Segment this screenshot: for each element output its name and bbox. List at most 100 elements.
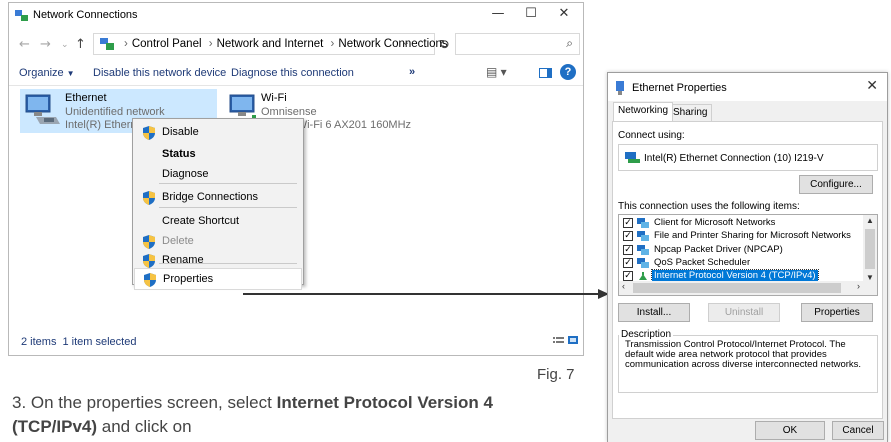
preview-pane-icon[interactable] (539, 68, 552, 78)
item-count: 2 items (21, 336, 57, 348)
dialog-body: Networking Sharing Connect using: Intel(… (608, 101, 887, 442)
search-icon: ⌕ (566, 36, 573, 50)
install-button[interactable]: Install... (618, 303, 690, 322)
connection-name: Ethernet (65, 92, 107, 104)
item-label: QoS Packet Scheduler (654, 256, 751, 268)
back-arrow-icon[interactable]: ← (19, 37, 30, 52)
connect-using-label: Connect using: (618, 130, 685, 141)
items-list[interactable]: ✓ Client for Microsoft Networks ✓ File and … (618, 214, 878, 296)
menu-item-label: Disable (162, 126, 199, 138)
view-toggle (553, 333, 579, 351)
menu-item-bridge-connections[interactable]: Bridge Connections (134, 187, 302, 209)
network-connections-icon (15, 10, 28, 21)
configure-button[interactable]: Configure... (799, 175, 873, 194)
change-view-icon[interactable]: ▤ ▾ (486, 65, 507, 79)
menu-item-create-shortcut[interactable]: Create Shortcut (134, 211, 302, 233)
adapter-icon (616, 81, 624, 95)
network-service-icon (637, 244, 649, 255)
menu-item-label: Diagnose (162, 168, 209, 180)
item-checkbox[interactable]: ✓ (623, 244, 633, 255)
selection-count: 1 item selected (62, 336, 137, 348)
menu-item-label: Status (162, 148, 196, 160)
menu-separator (159, 183, 297, 184)
uac-shield-icon (144, 273, 156, 287)
large-icons-view-icon[interactable] (568, 336, 578, 344)
menu-separator (159, 263, 297, 264)
breadcrumb-network-and-internet[interactable]: Network and Internet (217, 38, 324, 50)
window-title: Network Connections (33, 9, 138, 21)
connection-device: ) Wi-Fi 6 AX201 160MHz (290, 119, 412, 131)
item-checkbox[interactable]: ✓ (623, 271, 633, 282)
description-group: Transmission Control Protocol/Internet P… (618, 335, 878, 393)
forward-arrow-icon[interactable]: → (40, 37, 51, 52)
minimize-button[interactable]: — (483, 3, 513, 25)
scrollbar-thumb[interactable] (633, 283, 841, 293)
refresh-icon[interactable]: ↻ (439, 38, 450, 53)
menu-item-disable[interactable]: Disable (134, 122, 302, 144)
caret-down-icon: ▼ (66, 69, 75, 78)
help-icon[interactable]: ? (560, 64, 576, 80)
ok-button[interactable]: OK (755, 421, 825, 440)
menu-item-label: Delete (162, 235, 194, 247)
uac-shield-icon (143, 191, 155, 205)
breadcrumb-network-connections[interactable]: Network Connections (338, 38, 447, 50)
menu-item-status[interactable]: Status (134, 144, 302, 166)
close-button[interactable]: ✕ (549, 3, 579, 25)
breadcrumb-control-panel[interactable]: Control Panel (132, 38, 202, 50)
cancel-button[interactable]: Cancel (832, 421, 884, 440)
maximize-button[interactable]: ☐ (516, 3, 546, 25)
more-commands-button[interactable]: » (409, 66, 415, 78)
item-properties-button[interactable]: Properties (801, 303, 873, 322)
item-checkbox[interactable]: ✓ (623, 218, 633, 228)
item-label: File and Printer Sharing for Microsoft N… (654, 230, 851, 242)
horizontal-scrollbar[interactable]: ‹ › (619, 281, 877, 295)
adapter-name: Intel(R) Ethernet Connection (10) I219-V (644, 153, 824, 164)
recent-locations-icon[interactable]: ⌄ (61, 40, 69, 50)
items-label: This connection uses the following items… (618, 201, 800, 212)
vertical-scrollbar[interactable]: ▲ ▼ (863, 215, 877, 283)
tab-networking[interactable]: Networking (613, 102, 674, 121)
connection-name: Wi-Fi (261, 92, 287, 104)
breadcrumb: › Control Panel › Network and Internet › Ne… (124, 38, 448, 50)
pointer-arrow-line (243, 293, 607, 295)
adapter-field: Intel(R) Ethernet Connection (10) I219-V (618, 144, 878, 171)
list-item[interactable]: ✓ Npcap Packet Driver (NPCAP) (619, 244, 859, 257)
status-bar: 2 items 1 item selected (21, 336, 142, 348)
connection-status: Unidentified network (65, 106, 165, 118)
chevron-down-icon[interactable]: ⌄ (402, 37, 410, 48)
network-folder-icon (100, 38, 114, 50)
menu-item-properties[interactable]: Properties (134, 268, 302, 290)
item-label: Npcap Packet Driver (NPCAP) (654, 243, 783, 255)
scrollbar-thumb[interactable] (865, 229, 875, 269)
item-label: Internet Protocol Version 4 (TCP/IPv4) (651, 269, 819, 283)
networking-panel: Connect using: Intel(R) Ethernet Connect… (612, 121, 883, 419)
scroll-up-icon[interactable]: ▲ (866, 216, 874, 225)
menu-item-label: Properties (163, 273, 214, 285)
details-view-icon[interactable] (553, 337, 564, 343)
ethernet-properties-dialog: Ethernet Properties ✕ Networking Sharing… (607, 72, 888, 442)
context-menu: Disable Status Diagnose Bridge Connections C… (132, 118, 304, 290)
address-bar[interactable]: › Control Panel › Network and Internet › Ne… (93, 33, 448, 55)
diagnose-connection-button[interactable]: Diagnose this connection (231, 67, 354, 79)
list-item[interactable]: ✓ Client for Microsoft Networks (619, 217, 859, 230)
menu-item-label: Create Shortcut (162, 215, 240, 227)
scroll-left-icon[interactable]: ‹ (622, 281, 625, 291)
tab-sharing[interactable]: Sharing (668, 104, 713, 121)
organize-menu[interactable]: Organize ▼ (19, 67, 75, 79)
network-service-icon (637, 257, 649, 268)
uac-shield-icon (143, 126, 155, 140)
disable-device-button[interactable]: Disable this network device (93, 67, 226, 79)
item-checkbox[interactable]: ✓ (623, 231, 633, 242)
search-input[interactable]: ⌕ (455, 33, 580, 55)
up-arrow-icon[interactable]: ↑ (75, 37, 86, 52)
connection-device: Intel(R) Ethern (65, 119, 137, 131)
item-checkbox[interactable]: ✓ (623, 257, 633, 268)
close-icon[interactable]: ✕ (866, 78, 878, 94)
protocol-icon (639, 272, 647, 281)
list-item[interactable]: ✓ File and Printer Sharing for Microsoft … (619, 230, 859, 243)
instruction-text: 3. On the properties screen, select Inte… (12, 393, 493, 436)
network-adapter-icon (625, 152, 640, 163)
scroll-right-icon[interactable]: › (857, 281, 860, 291)
list-item[interactable]: ✓ QoS Packet Scheduler (619, 257, 859, 270)
description-text: Transmission Control Protocol/Internet P… (625, 339, 862, 370)
